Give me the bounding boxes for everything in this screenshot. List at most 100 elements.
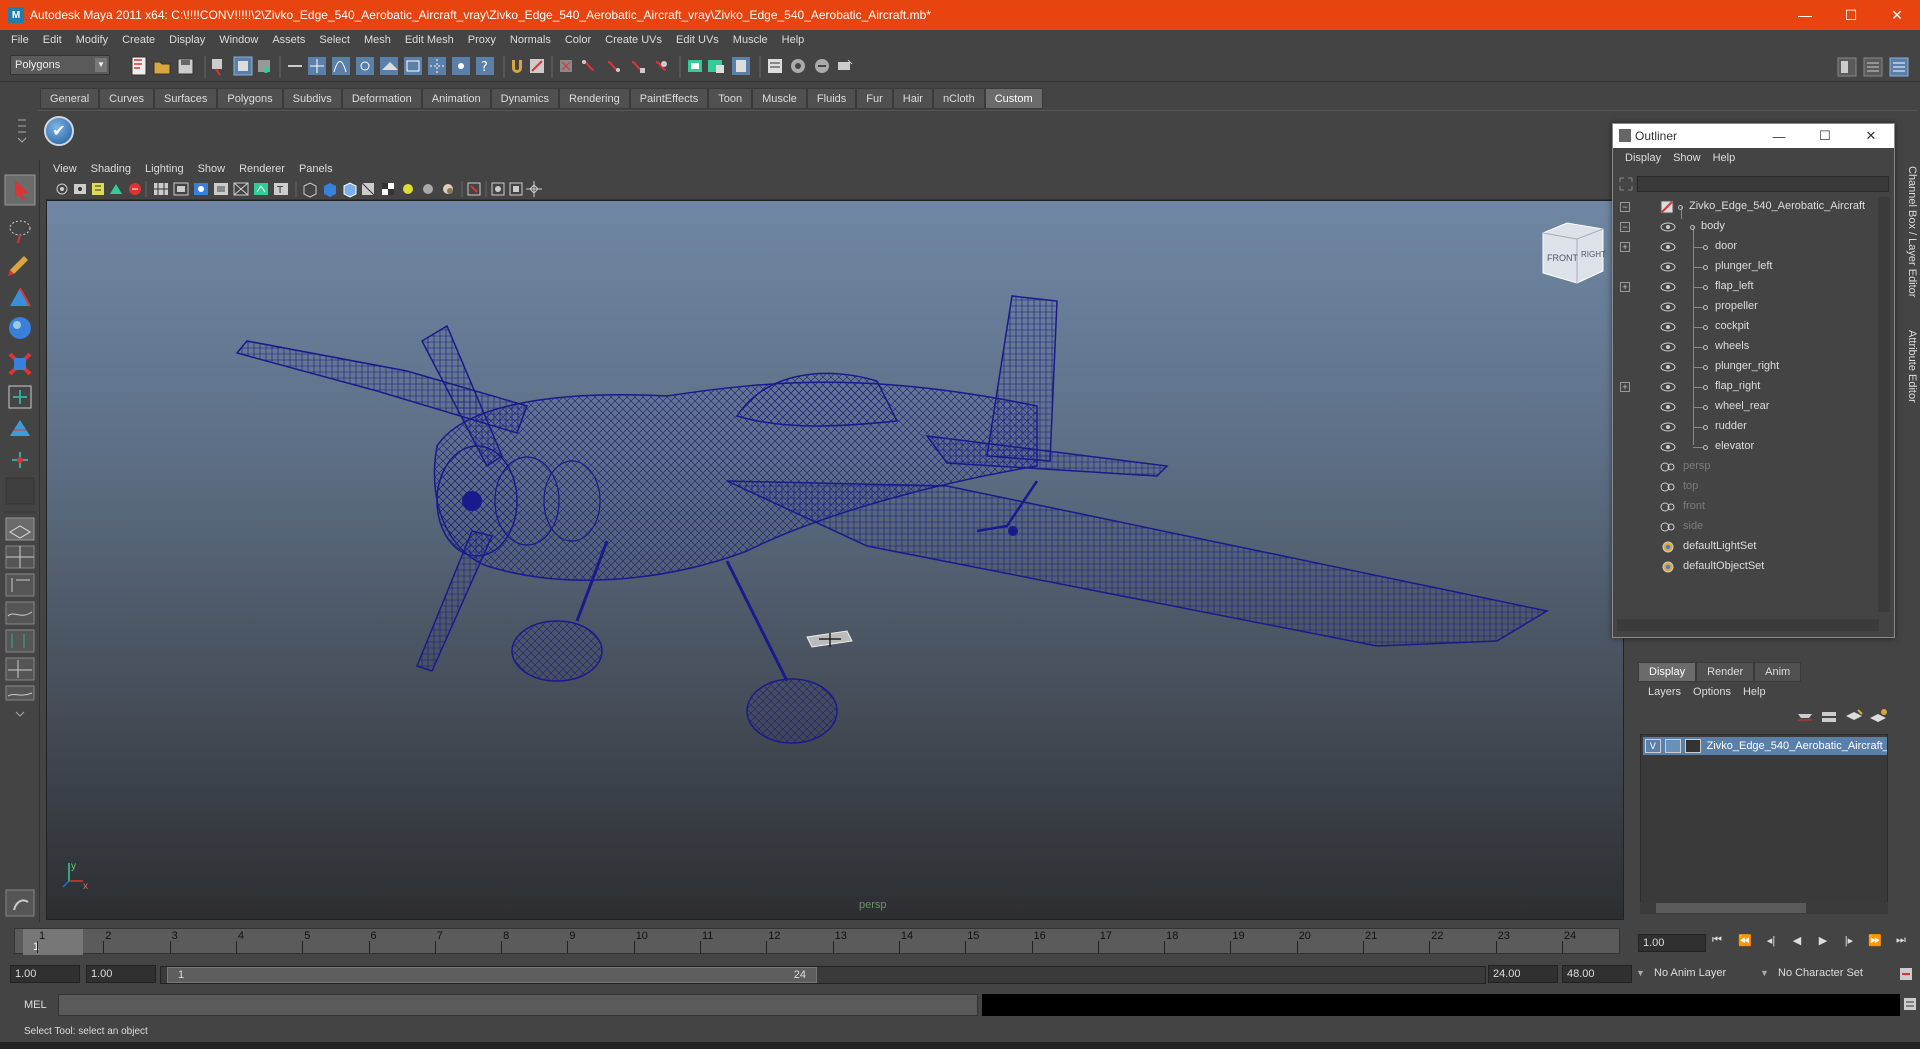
panel-menu-shading[interactable]: Shading xyxy=(84,163,138,175)
chevron-down-icon[interactable]: ▼ xyxy=(1636,968,1645,978)
outliner-item-wheels[interactable]: wheels xyxy=(1617,337,1879,357)
go-to-start-icon[interactable]: ⏮ xyxy=(1708,934,1726,950)
minimize-button[interactable]: — xyxy=(1782,0,1828,30)
select-object-icon[interactable] xyxy=(233,56,253,76)
input-graph-icon[interactable] xyxy=(560,60,572,72)
menu-edit[interactable]: Edit xyxy=(36,34,69,46)
menu-assets[interactable]: Assets xyxy=(265,34,312,46)
shelf-tab-deformation[interactable]: Deformation xyxy=(341,88,422,109)
script-editor-icon[interactable] xyxy=(1902,996,1918,1012)
shelf-options-icon[interactable] xyxy=(14,90,30,150)
menu-modify[interactable]: Modify xyxy=(69,34,115,46)
outliner-item-side[interactable]: side xyxy=(1617,517,1879,537)
scale-tool-icon[interactable] xyxy=(8,352,32,376)
select-component-icon[interactable] xyxy=(258,60,270,73)
outliner-close-button[interactable]: ✕ xyxy=(1848,124,1894,148)
display-layer-row[interactable]: V Zivko_Edge_540_Aerobatic_Aircraft_ xyxy=(1643,737,1887,755)
single-pane-layout-icon[interactable] xyxy=(5,517,35,541)
outliner-item-elevator[interactable]: elevator xyxy=(1617,437,1879,457)
rotate-tool-icon[interactable] xyxy=(9,317,31,339)
step-back-icon[interactable]: ⏪ xyxy=(1736,934,1754,950)
anim-layer-select[interactable]: No Anim Layer xyxy=(1650,965,1760,983)
grid-icon[interactable] xyxy=(154,183,168,195)
create-layer-from-selected-icon[interactable] xyxy=(1870,709,1887,722)
menu-create-uvs[interactable]: Create UVs xyxy=(598,34,669,46)
safe-action-icon[interactable] xyxy=(254,183,268,195)
menu-normals[interactable]: Normals xyxy=(503,34,558,46)
hud-icon[interactable] xyxy=(526,181,542,197)
layer-tab-anim[interactable]: Anim xyxy=(1754,662,1802,682)
menu-file[interactable]: File xyxy=(4,34,36,46)
select-hierarchy-icon[interactable] xyxy=(212,59,222,76)
shelf-tab-dynamics[interactable]: Dynamics xyxy=(490,88,559,109)
magnet-icon[interactable] xyxy=(512,60,522,73)
outliner-item-front[interactable]: front xyxy=(1617,497,1879,517)
outliner-item-cockpit[interactable]: cockpit xyxy=(1617,317,1879,337)
play-backwards-icon[interactable]: ◀ xyxy=(1788,934,1806,950)
outliner-item-default-light-set[interactable]: defaultLightSet xyxy=(1617,537,1879,557)
xray-icon[interactable] xyxy=(491,182,505,196)
persp-graph-layout-icon[interactable] xyxy=(5,601,35,625)
shelf-tab-surfaces[interactable]: Surfaces xyxy=(153,88,218,109)
layout-attribute-icon[interactable] xyxy=(1863,57,1883,77)
move-layer-up-icon[interactable] xyxy=(1798,714,1812,721)
animation-start-field[interactable]: 1.00 xyxy=(10,965,80,983)
attribute-editor-tab[interactable]: Attribute Editor xyxy=(1902,330,1918,403)
move-tool-icon[interactable] xyxy=(10,287,31,307)
layer-playback-toggle[interactable] xyxy=(1664,739,1681,753)
outliner-item-flap-left[interactable]: + flap_left xyxy=(1617,277,1879,297)
flat-shade-icon[interactable] xyxy=(361,182,375,196)
outliner-item-flap-right[interactable]: + flap_right xyxy=(1617,377,1879,397)
bookmark-icon[interactable] xyxy=(92,183,104,195)
collapse-icon[interactable]: − xyxy=(1620,222,1630,232)
outliner-item-default-object-set[interactable]: defaultObjectSet xyxy=(1617,557,1879,577)
go-to-end-icon[interactable]: ⏭ xyxy=(1892,934,1910,950)
current-time-field[interactable]: 1.00 xyxy=(1638,934,1706,952)
outliner-graph-layout-icon[interactable] xyxy=(5,657,35,681)
ipr-render-icon[interactable] xyxy=(607,61,620,72)
time-slider-track[interactable]: 1 12345678910111213141516171819202122232… xyxy=(14,928,1620,955)
snap-edge-icon[interactable] xyxy=(428,57,446,75)
shelf-tab-fluids[interactable]: Fluids xyxy=(806,88,857,109)
menu-color[interactable]: Color xyxy=(558,34,598,46)
layer-color-swatch[interactable] xyxy=(1684,739,1701,753)
shadows-icon[interactable] xyxy=(443,184,453,194)
channel-box-tab[interactable]: Channel Box / Layer Editor xyxy=(1902,166,1918,297)
shelf-tab-polygons[interactable]: Polygons xyxy=(217,88,283,109)
show-tool-settings-icon[interactable] xyxy=(791,59,805,73)
shelf-tab-ncloth[interactable]: nCloth xyxy=(932,88,985,109)
snap-grid-icon[interactable] xyxy=(308,57,326,75)
menu-set-select[interactable]: Polygons ▼ xyxy=(10,55,110,75)
menu-window[interactable]: Window xyxy=(212,34,265,46)
outliner-item-body[interactable]: − body xyxy=(1617,217,1879,237)
outliner-item-persp[interactable]: persp xyxy=(1617,457,1879,477)
four-pane-layout-icon[interactable] xyxy=(5,545,35,569)
shelf-tab-toon[interactable]: Toon xyxy=(708,88,753,109)
textured-icon[interactable] xyxy=(382,183,394,195)
safe-title-icon[interactable]: T xyxy=(274,183,288,196)
outliner-filter-icon[interactable] xyxy=(1619,177,1633,191)
maximize-button[interactable]: ☐ xyxy=(1828,0,1874,30)
shelf-tab-fur[interactable]: Fur xyxy=(856,88,893,109)
layer-menu-options[interactable]: Options xyxy=(1687,686,1737,698)
panel-menu-panels[interactable]: Panels xyxy=(292,163,340,175)
step-forward-key-icon[interactable]: |▸ xyxy=(1840,934,1858,950)
shelf-tab-subdivs[interactable]: Subdivs xyxy=(282,88,342,109)
panel-menu-renderer[interactable]: Renderer xyxy=(232,163,292,175)
outliner-titlebar[interactable]: Outliner — ☐ ✕ xyxy=(1613,124,1894,148)
shelf-tab-painteffects[interactable]: PaintEffects xyxy=(629,88,709,109)
outliner-item-door[interactable]: + door xyxy=(1617,237,1879,257)
view-cube-right[interactable]: RIGHT xyxy=(1581,250,1606,259)
image-plane-icon[interactable] xyxy=(110,184,122,194)
select-tool-icon[interactable] xyxy=(4,174,36,206)
playback-start-field[interactable]: 1.00 xyxy=(86,965,156,983)
snap-plane-icon[interactable] xyxy=(380,57,398,75)
xray-joints-icon[interactable] xyxy=(509,182,523,196)
layer-menu-help[interactable]: Help xyxy=(1737,686,1772,698)
snap-point-icon[interactable] xyxy=(356,57,374,75)
expand-icon[interactable]: + xyxy=(1620,242,1630,252)
render-current-frame-icon[interactable] xyxy=(688,60,702,72)
lasso-tool-icon[interactable] xyxy=(9,220,31,244)
menu-create[interactable]: Create xyxy=(115,34,162,46)
film-gate-icon[interactable] xyxy=(173,182,189,196)
